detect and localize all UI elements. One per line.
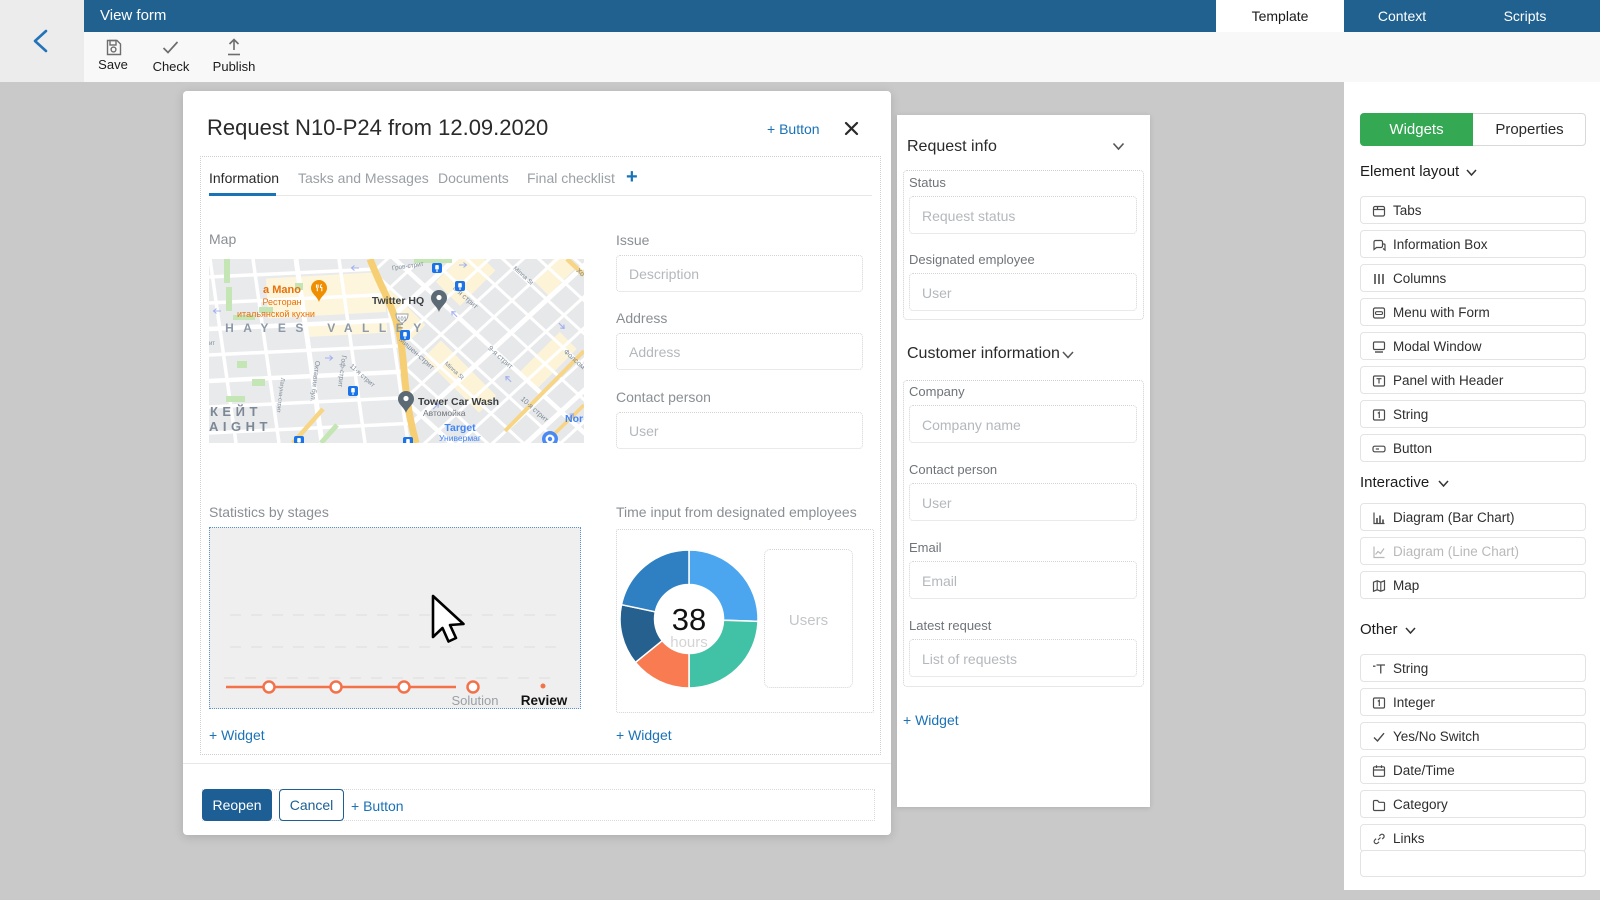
svg-text:Twitter HQ: Twitter HQ bbox=[372, 295, 424, 307]
svg-text:Review: Review bbox=[521, 693, 568, 708]
svg-text:Solution: Solution bbox=[452, 693, 499, 708]
svg-text:Tower Car Wash: Tower Car Wash bbox=[418, 396, 499, 408]
svg-text:Nor: Nor bbox=[565, 413, 583, 425]
svg-text:a Mano: a Mano bbox=[263, 284, 301, 296]
svg-text:КЕЙТ: КЕЙТ bbox=[210, 404, 262, 419]
svg-text:итальянской кухни: итальянской кухни bbox=[237, 309, 315, 319]
svg-text:VALLEY: VALLEY bbox=[327, 321, 430, 335]
svg-text:AIGHT: AIGHT bbox=[209, 419, 272, 434]
svg-text:ит: ит bbox=[209, 341, 215, 347]
svg-text:hours: hours bbox=[670, 634, 708, 651]
svg-text:Автомойка: Автомойка bbox=[423, 408, 466, 418]
svg-text:101: 101 bbox=[397, 317, 406, 323]
svg-text:Ресторан: Ресторан bbox=[262, 297, 301, 307]
svg-text:38: 38 bbox=[672, 602, 706, 637]
svg-text:Универмаг: Универмаг bbox=[439, 433, 481, 443]
svg-text:HAYES: HAYES bbox=[225, 321, 313, 335]
